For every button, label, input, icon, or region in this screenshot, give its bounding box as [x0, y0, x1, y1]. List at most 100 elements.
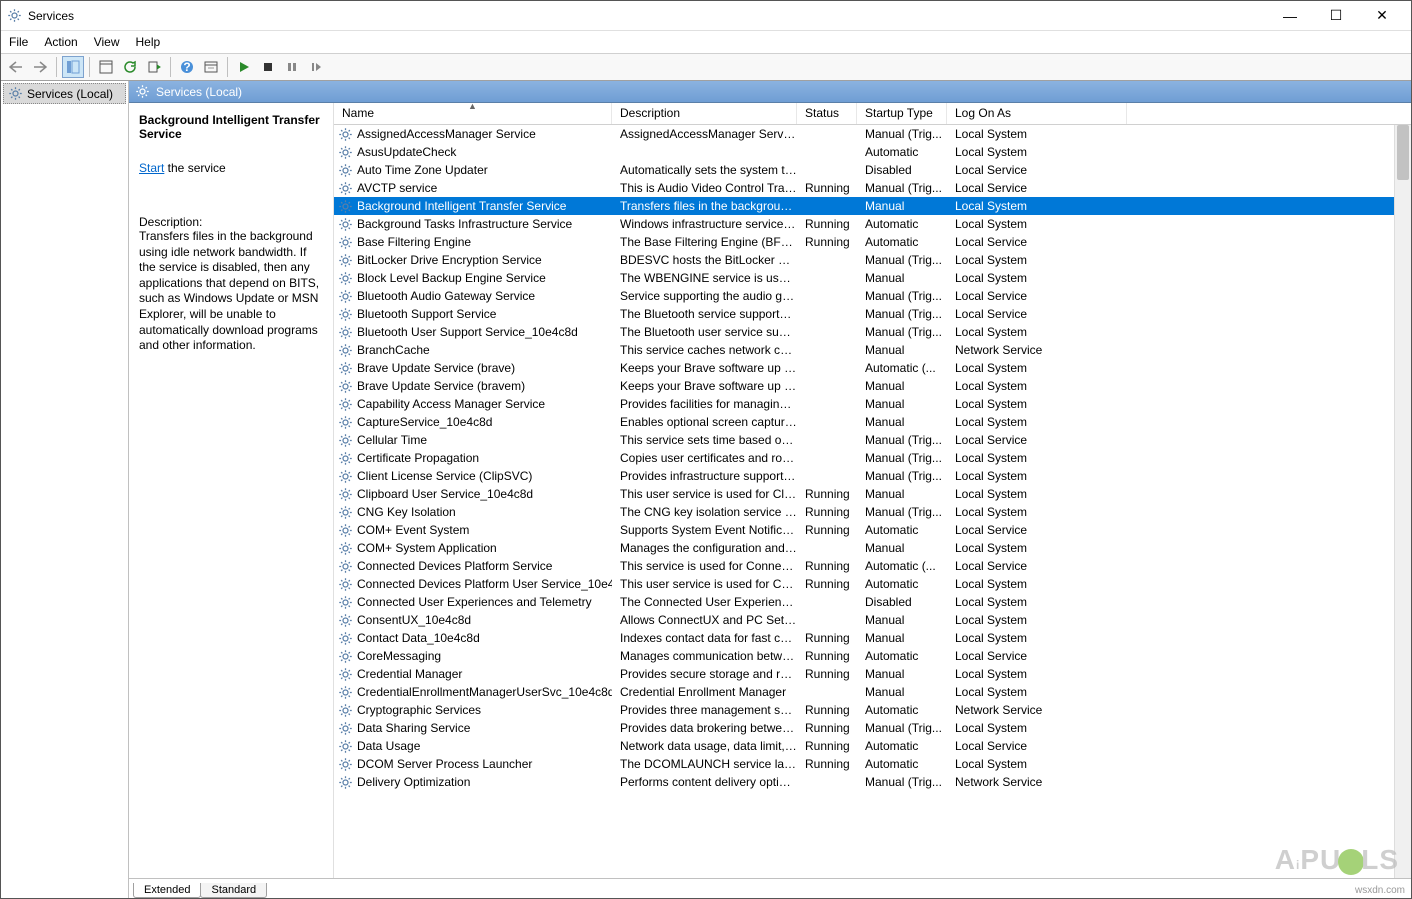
- table-row[interactable]: Auto Time Zone UpdaterAutomatically sets…: [334, 161, 1411, 179]
- forward-button[interactable]: [29, 56, 51, 78]
- vertical-scrollbar[interactable]: [1394, 125, 1411, 878]
- table-row[interactable]: Base Filtering EngineThe Base Filtering …: [334, 233, 1411, 251]
- maximize-button[interactable]: ☐: [1313, 1, 1359, 31]
- scrollbar-thumb[interactable]: [1397, 125, 1409, 180]
- table-row[interactable]: COM+ System ApplicationManages the confi…: [334, 539, 1411, 557]
- service-logon: Local System: [947, 271, 1127, 285]
- table-row[interactable]: DCOM Server Process LauncherThe DCOMLAUN…: [334, 755, 1411, 773]
- table-row[interactable]: Bluetooth Support ServiceThe Bluetooth s…: [334, 305, 1411, 323]
- table-row[interactable]: Client License Service (ClipSVC)Provides…: [334, 467, 1411, 485]
- table-row[interactable]: CaptureService_10e4c8dEnables optional s…: [334, 413, 1411, 431]
- table-row[interactable]: BitLocker Drive Encryption ServiceBDESVC…: [334, 251, 1411, 269]
- tree-pane: Services (Local): [1, 81, 129, 898]
- service-startup: Automatic: [857, 739, 947, 753]
- table-row[interactable]: Clipboard User Service_10e4c8d This user …: [334, 485, 1411, 503]
- table-row[interactable]: Bluetooth User Support Service_10e4c8dTh…: [334, 323, 1411, 341]
- back-button[interactable]: [5, 56, 27, 78]
- column-header-startup[interactable]: Startup Type: [857, 103, 947, 124]
- properties-button[interactable]: [95, 56, 117, 78]
- help-button[interactable]: ?: [176, 56, 198, 78]
- export-button[interactable]: [143, 56, 165, 78]
- table-row[interactable]: Connected Devices Platform User Service_…: [334, 575, 1411, 593]
- table-row[interactable]: CredentialEnrollmentManagerUserSvc_10e4c…: [334, 683, 1411, 701]
- gear-icon: [338, 595, 353, 610]
- service-description: AssignedAccessManager Service...: [612, 127, 797, 141]
- column-header-logon[interactable]: Log On As: [947, 103, 1127, 124]
- service-name: Connected Devices Platform User Service_…: [357, 577, 612, 591]
- table-row[interactable]: Data Sharing ServiceProvides data broker…: [334, 719, 1411, 737]
- table-row[interactable]: BranchCacheThis service caches network c…: [334, 341, 1411, 359]
- restart-service-button[interactable]: [305, 56, 327, 78]
- menu-action[interactable]: Action: [44, 35, 77, 49]
- table-row[interactable]: Data UsageNetwork data usage, data limit…: [334, 737, 1411, 755]
- tree-item-services-local[interactable]: Services (Local): [3, 83, 126, 104]
- menu-help[interactable]: Help: [136, 35, 161, 49]
- service-name: Clipboard User Service_10e4c8d: [357, 487, 533, 501]
- table-row[interactable]: Contact Data_10e4c8dIndexes contact data…: [334, 629, 1411, 647]
- service-description: This user service is used for Clip...: [612, 487, 797, 501]
- table-row[interactable]: Connected User Experiences and Telemetry…: [334, 593, 1411, 611]
- service-status: Running: [797, 721, 857, 735]
- service-name: Connected User Experiences and Telemetry: [357, 595, 592, 609]
- table-row[interactable]: CoreMessagingManages communication betwe…: [334, 647, 1411, 665]
- start-service-link[interactable]: Start: [139, 161, 164, 175]
- start-service-button[interactable]: [233, 56, 255, 78]
- pause-service-button[interactable]: [281, 56, 303, 78]
- menu-file[interactable]: File: [9, 35, 28, 49]
- table-row[interactable]: Credential ManagerProvides secure storag…: [334, 665, 1411, 683]
- table-row[interactable]: Background Intelligent Transfer Service T…: [334, 197, 1411, 215]
- column-header-description[interactable]: Description: [612, 103, 797, 124]
- properties2-button[interactable]: [200, 56, 222, 78]
- service-logon: Local Service: [947, 523, 1127, 537]
- table-row[interactable]: Delivery OptimizationPerforms content de…: [334, 773, 1411, 791]
- table-row[interactable]: Cellular TimeThis service sets time base…: [334, 431, 1411, 449]
- service-description: Transfers files in the background...: [612, 199, 797, 213]
- service-startup: Manual (Trig...: [857, 253, 947, 267]
- service-description: Copies user certificates and root ...: [612, 451, 797, 465]
- service-name: Background Intelligent Transfer Service: [357, 199, 566, 213]
- service-name: ConsentUX_10e4c8d: [357, 613, 471, 627]
- table-row[interactable]: ConsentUX_10e4c8dAllows ConnectUX and PC…: [334, 611, 1411, 629]
- table-row[interactable]: Brave Update Service (brave)Keeps your B…: [334, 359, 1411, 377]
- service-logon: Local System: [947, 721, 1127, 735]
- table-row[interactable]: Background Tasks Infrastructure ServiceW…: [334, 215, 1411, 233]
- service-startup: Disabled: [857, 595, 947, 609]
- service-startup: Manual (Trig...: [857, 775, 947, 789]
- tab-extended[interactable]: Extended: [133, 883, 201, 898]
- table-row[interactable]: AVCTP serviceThis is Audio Video Control…: [334, 179, 1411, 197]
- table-row[interactable]: Capability Access Manager ServiceProvide…: [334, 395, 1411, 413]
- service-name: CaptureService_10e4c8d: [357, 415, 492, 429]
- table-row[interactable]: Cryptographic ServicesProvides three man…: [334, 701, 1411, 719]
- service-name: Base Filtering Engine: [357, 235, 471, 249]
- table-row[interactable]: Brave Update Service (bravem)Keeps your …: [334, 377, 1411, 395]
- tab-standard[interactable]: Standard: [200, 883, 267, 898]
- service-name: CredentialEnrollmentManagerUserSvc_10e4c…: [357, 685, 612, 699]
- stop-service-button[interactable]: [257, 56, 279, 78]
- show-hide-tree-button[interactable]: [62, 56, 84, 78]
- table-row[interactable]: Block Level Backup Engine ServiceThe WBE…: [334, 269, 1411, 287]
- close-button[interactable]: ✕: [1359, 1, 1405, 31]
- table-row[interactable]: AsusUpdateCheckAutomaticLocal System: [334, 143, 1411, 161]
- table-row[interactable]: COM+ Event SystemSupports System Event N…: [334, 521, 1411, 539]
- service-status: Running: [797, 739, 857, 753]
- service-status: Running: [797, 631, 857, 645]
- gear-icon: [135, 84, 150, 99]
- column-header-name[interactable]: Name▲: [334, 103, 612, 124]
- minimize-button[interactable]: —: [1267, 1, 1313, 31]
- service-name: BitLocker Drive Encryption Service: [357, 253, 542, 267]
- service-status: Running: [797, 667, 857, 681]
- table-row[interactable]: Connected Devices Platform ServiceThis s…: [334, 557, 1411, 575]
- menu-view[interactable]: View: [94, 35, 120, 49]
- service-description: Provides data brokering betwee...: [612, 721, 797, 735]
- gear-icon: [338, 613, 353, 628]
- service-name: AVCTP service: [357, 181, 437, 195]
- services-list: Name▲ Description Status Startup Type Lo…: [334, 103, 1411, 878]
- service-logon: Local System: [947, 577, 1127, 591]
- column-header-status[interactable]: Status: [797, 103, 857, 124]
- table-row[interactable]: Bluetooth Audio Gateway ServiceService s…: [334, 287, 1411, 305]
- table-row[interactable]: CNG Key IsolationThe CNG key isolation s…: [334, 503, 1411, 521]
- table-row[interactable]: AssignedAccessManager ServiceAssignedAcc…: [334, 125, 1411, 143]
- service-logon: Local Service: [947, 649, 1127, 663]
- refresh-button[interactable]: [119, 56, 141, 78]
- table-row[interactable]: Certificate PropagationCopies user certi…: [334, 449, 1411, 467]
